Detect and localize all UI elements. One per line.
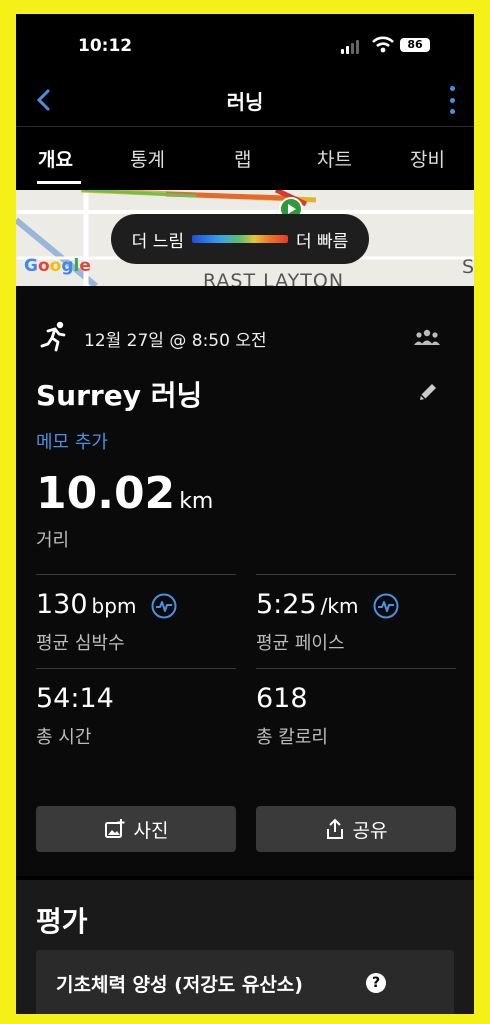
distance-label: 거리 (36, 530, 70, 551)
rating-section: 평가 기초체력 양성 (저강도 유산소) ? (16, 880, 474, 1014)
tab-charts[interactable]: 차트 (317, 145, 352, 172)
more-options-icon[interactable] (448, 86, 456, 114)
activity-title: Surrey 러닝 (36, 379, 203, 412)
activity-datetime: 12월 27일 @ 8:50 오전 (84, 331, 267, 351)
group-icon[interactable] (414, 328, 440, 346)
legend-slow-label: 더 느림 (131, 231, 184, 252)
stat-total-time: 54:14 총 시간 (36, 668, 236, 759)
tab-laps[interactable]: 랩 (234, 145, 251, 172)
distance-value: 10.02 km (36, 468, 214, 519)
share-button[interactable]: 공유 (256, 806, 456, 852)
pace-gradient-bar (192, 235, 288, 243)
page-title: 러닝 (226, 90, 264, 114)
training-effect-item[interactable]: 기초체력 양성 (저강도 유산소) ? (36, 950, 454, 1014)
share-icon (326, 818, 343, 839)
add-photo-button[interactable]: 사진 (36, 806, 236, 852)
training-effect-label: 기초체력 양성 (저강도 유산소) (56, 974, 303, 996)
stat-total-calories: 618 총 칼로리 (256, 668, 456, 759)
tab-gear[interactable]: 장비 (410, 145, 445, 172)
status-time: 10:12 (78, 36, 133, 56)
tab-bar: 개요 통계 랩 차트 장비 (16, 126, 474, 189)
cellular-signal-icon (341, 40, 359, 54)
active-tab-indicator (37, 181, 81, 184)
stat-avg-heart-rate[interactable]: 130 bpm 평균 심박수 (36, 574, 236, 665)
wifi-icon (372, 36, 394, 53)
tab-stats[interactable]: 통계 (130, 145, 165, 172)
rating-title: 평가 (36, 905, 88, 938)
running-icon (40, 321, 66, 352)
phone-screen: 10:12 86 러닝 개요 통계 랩 차트 장비 더 느림 더 빠름 Goog… (16, 14, 474, 1014)
pace-chart-icon (373, 593, 399, 618)
edit-pencil-icon[interactable] (416, 380, 440, 404)
stat-avg-pace[interactable]: 5:25/km 평균 페이스 (256, 574, 456, 665)
battery-indicator: 86 (400, 38, 430, 52)
help-icon[interactable]: ? (366, 973, 386, 993)
map-edge-label: S (462, 256, 474, 278)
activity-summary-card: 12월 27일 @ 8:50 오전 Surrey 러닝 메모 추가 10.02 k… (16, 286, 474, 876)
map-street-label: RAST LAYTON (203, 270, 345, 286)
route-map[interactable]: 더 느림 더 빠름 Google RAST LAYTON S (16, 190, 474, 286)
status-bar: 10:12 86 (16, 14, 474, 76)
pace-legend: 더 느림 더 빠름 (111, 214, 369, 264)
legend-fast-label: 더 빠름 (296, 231, 349, 252)
heart-rate-icon (151, 593, 177, 618)
google-logo: Google (24, 256, 91, 276)
tab-overview[interactable]: 개요 (38, 145, 73, 172)
add-photo-icon (104, 819, 125, 838)
add-note-link[interactable]: 메모 추가 (36, 428, 108, 454)
nav-bar: 러닝 (16, 76, 474, 124)
